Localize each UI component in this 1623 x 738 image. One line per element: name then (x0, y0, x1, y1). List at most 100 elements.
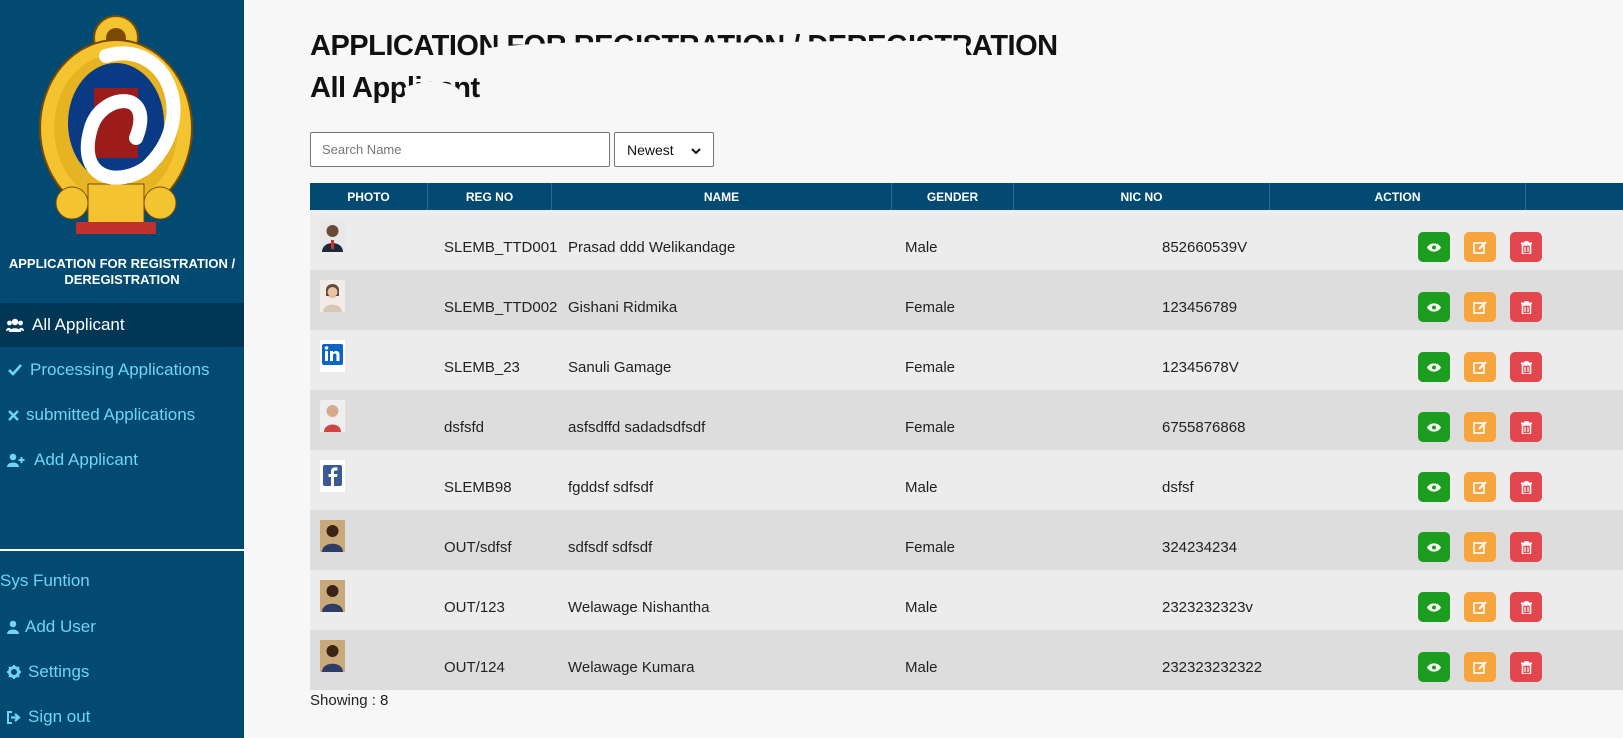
view-button[interactable] (1418, 472, 1450, 502)
nic-cell: 852660539V (1162, 238, 1248, 256)
sidebar-item-sign-out[interactable]: Sign out (0, 695, 244, 738)
column-header-reg-no: REG NO (428, 183, 552, 210)
view-button[interactable] (1418, 652, 1450, 682)
sidebar-item-label: Sign out (28, 707, 91, 726)
sidebar-item-settings[interactable]: Settings (0, 650, 244, 694)
reg-no-cell: SLEMB98 (444, 478, 512, 496)
delete-button[interactable] (1510, 472, 1542, 502)
eye-icon (1427, 302, 1441, 312)
edit-button[interactable] (1464, 412, 1496, 442)
trash-icon (1520, 240, 1532, 254)
edit-button[interactable] (1464, 592, 1496, 622)
name-cell: sdfsdf sdfsdf (568, 538, 653, 556)
reg-no-cell: SLEMB_23 (444, 358, 520, 376)
edit-icon (1473, 540, 1487, 554)
sidebar-item-label: Add User (25, 617, 96, 636)
sidebar-item-all-applicant[interactable]: All Applicant (0, 303, 244, 347)
sidebar-item-add-user[interactable]: Add User (0, 605, 244, 649)
sort-select[interactable]: Newest (614, 132, 714, 167)
nic-cell: 123456789 (1162, 298, 1238, 316)
trash-icon (1520, 480, 1532, 494)
table-row: SLEMB_TTD001 Prasad ddd Welikandage Male… (310, 210, 1623, 270)
trash-icon (1520, 300, 1532, 314)
table-row: OUT/sdfsf sdfsdf sdfsdf Female 324234234 (310, 510, 1623, 570)
eye-icon (1427, 542, 1441, 552)
gender-cell: Female (905, 538, 956, 556)
delete-button[interactable] (1510, 652, 1542, 682)
reg-no-cell: SLEMB_TTD001 (444, 238, 558, 256)
trash-icon (1520, 420, 1532, 434)
sidebar-item-label: Settings (28, 662, 90, 681)
sidebar-item-label: Processing Applications (30, 360, 210, 379)
applicant-photo (320, 280, 345, 312)
name-cell: Gishani Ridmika (568, 298, 678, 316)
users-icon (0, 318, 30, 332)
sidebar-item-label: submitted Applications (26, 405, 196, 424)
sign-out-icon (0, 710, 28, 724)
table-row: SLEMB98 fgddsf sdfsdf Male dsfsf (310, 450, 1623, 510)
edit-icon (1473, 360, 1487, 374)
reg-no-cell: SLEMB_TTD002 (444, 298, 558, 316)
column-header-action: ACTION (1270, 183, 1526, 210)
table-row: SLEMB_23 Sanuli Gamage Female 12345678V (310, 330, 1623, 390)
delete-button[interactable] (1510, 352, 1542, 382)
sort-selected-value: Newest (627, 141, 674, 158)
edit-icon (1473, 420, 1487, 434)
nic-cell: 324234234 (1162, 538, 1238, 556)
national-emblem-logo (39, 15, 193, 234)
user-icon (0, 620, 25, 634)
gender-cell: Female (905, 358, 956, 376)
edit-button[interactable] (1464, 292, 1496, 322)
edit-icon (1473, 660, 1487, 674)
sidebar-divider (0, 549, 244, 551)
showing-count: Showing : 8 (310, 692, 389, 709)
edit-button[interactable] (1464, 652, 1496, 682)
eye-icon (1427, 422, 1441, 432)
sidebar-item-processing-applications[interactable]: Processing Applications (0, 348, 244, 392)
applicant-photo (320, 220, 345, 252)
name-cell: asfsdffd sadadsdfsdf (568, 418, 706, 436)
view-button[interactable] (1418, 232, 1450, 262)
reg-no-cell: dsfsfd (444, 418, 485, 436)
eye-icon (1427, 602, 1441, 612)
view-button[interactable] (1418, 352, 1450, 382)
gender-cell: Female (905, 298, 956, 316)
name-cell: Sanuli Gamage (568, 358, 672, 376)
chevron-down-icon (691, 142, 701, 158)
sidebar-item-submitted-applications[interactable]: submitted Applications (0, 393, 244, 437)
table-row: OUT/124 Welawage Kumara Male 23232323232… (310, 630, 1623, 690)
sidebar-item-add-applicant[interactable]: Add Applicant (0, 438, 244, 482)
delete-button[interactable] (1510, 532, 1542, 562)
reg-no-cell: OUT/124 (444, 658, 505, 676)
reg-no-cell: OUT/sdfsf (444, 538, 512, 556)
edit-button[interactable] (1464, 472, 1496, 502)
gender-cell: Male (905, 598, 938, 616)
column-header-photo: PHOTO (310, 183, 428, 210)
eye-icon (1427, 662, 1441, 672)
applicant-photo (320, 520, 345, 552)
view-button[interactable] (1418, 592, 1450, 622)
table-row: OUT/123 Welawage Nishantha Male 23232323… (310, 570, 1623, 630)
user-plus-icon (0, 453, 32, 467)
name-cell: Welawage Kumara (568, 658, 695, 676)
delete-button[interactable] (1510, 412, 1542, 442)
applicant-photo (320, 640, 345, 672)
trash-icon (1520, 540, 1532, 554)
view-button[interactable] (1418, 412, 1450, 442)
edit-button[interactable] (1464, 532, 1496, 562)
edit-button[interactable] (1464, 232, 1496, 262)
name-cell: fgddsf sdfsdf (568, 478, 654, 496)
nic-cell: 12345678V (1162, 358, 1239, 376)
linkedin-logo (320, 340, 345, 372)
column-header-gender: GENDER (892, 183, 1014, 210)
eye-icon (1427, 362, 1441, 372)
delete-button[interactable] (1510, 292, 1542, 322)
delete-button[interactable] (1510, 232, 1542, 262)
sidebar-item-label: All Applicant (32, 315, 125, 334)
delete-button[interactable] (1510, 592, 1542, 622)
view-button[interactable] (1418, 532, 1450, 562)
edit-button[interactable] (1464, 352, 1496, 382)
view-button[interactable] (1418, 292, 1450, 322)
nic-cell: 232323232322 (1162, 658, 1263, 676)
search-input[interactable] (310, 132, 610, 167)
